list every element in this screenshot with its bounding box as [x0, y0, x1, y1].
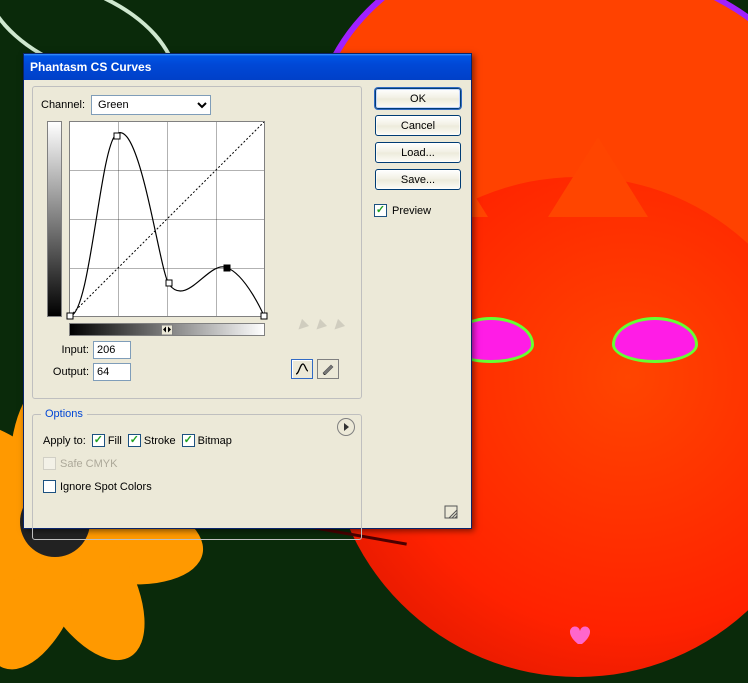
eyedropper-group	[291, 315, 343, 331]
safe-cmyk-label: Safe CMYK	[60, 458, 117, 470]
preview-label: Preview	[392, 205, 431, 217]
options-fieldset: Options Apply to: Fill Stroke Bitmap	[32, 408, 362, 540]
curve-tool-button[interactable]	[291, 359, 313, 379]
output-gradient-vertical	[47, 121, 62, 317]
stroke-checkbox[interactable]	[128, 434, 141, 447]
ignore-spot-label: Ignore Spot Colors	[60, 481, 152, 493]
options-expand-button[interactable]	[337, 418, 355, 436]
save-button[interactable]: Save...	[375, 169, 461, 190]
titlebar[interactable]: Phantasm CS Curves	[24, 54, 471, 80]
bitmap-label: Bitmap	[198, 435, 232, 447]
ignore-spot-checkbox[interactable]	[43, 480, 56, 493]
output-label: Output:	[39, 366, 89, 378]
eyedropper-gray-icon	[309, 315, 325, 331]
load-button[interactable]: Load...	[375, 142, 461, 163]
output-value-field[interactable]	[93, 363, 131, 381]
input-gradient-horizontal[interactable]	[69, 323, 265, 336]
eyedropper-black-icon	[291, 315, 307, 331]
input-label: Input:	[39, 344, 89, 356]
eyedropper-white-icon	[327, 315, 343, 331]
gradient-midpoint-handle[interactable]	[161, 324, 173, 335]
curves-dialog: Phantasm CS Curves Channel: Green	[23, 53, 472, 529]
safe-cmyk-checkbox	[43, 457, 56, 470]
channel-fieldset: Channel: Green	[32, 86, 362, 399]
preview-checkbox[interactable]	[374, 204, 387, 217]
fill-label: Fill	[108, 435, 122, 447]
channel-label: Channel:	[41, 99, 85, 111]
ok-button[interactable]: OK	[375, 88, 461, 109]
stroke-label: Stroke	[144, 435, 176, 447]
apply-to-label: Apply to:	[43, 435, 86, 447]
input-value-field[interactable]	[93, 341, 131, 359]
bitmap-checkbox[interactable]	[182, 434, 195, 447]
curve-graph[interactable]	[69, 121, 265, 317]
options-legend: Options	[41, 408, 87, 420]
pencil-tool-button[interactable]	[317, 359, 339, 379]
dialog-resize-icon	[443, 504, 461, 522]
cancel-button[interactable]: Cancel	[375, 115, 461, 136]
dialog-title: Phantasm CS Curves	[30, 60, 151, 74]
channel-select[interactable]: Green	[91, 95, 211, 115]
fill-checkbox[interactable]	[92, 434, 105, 447]
